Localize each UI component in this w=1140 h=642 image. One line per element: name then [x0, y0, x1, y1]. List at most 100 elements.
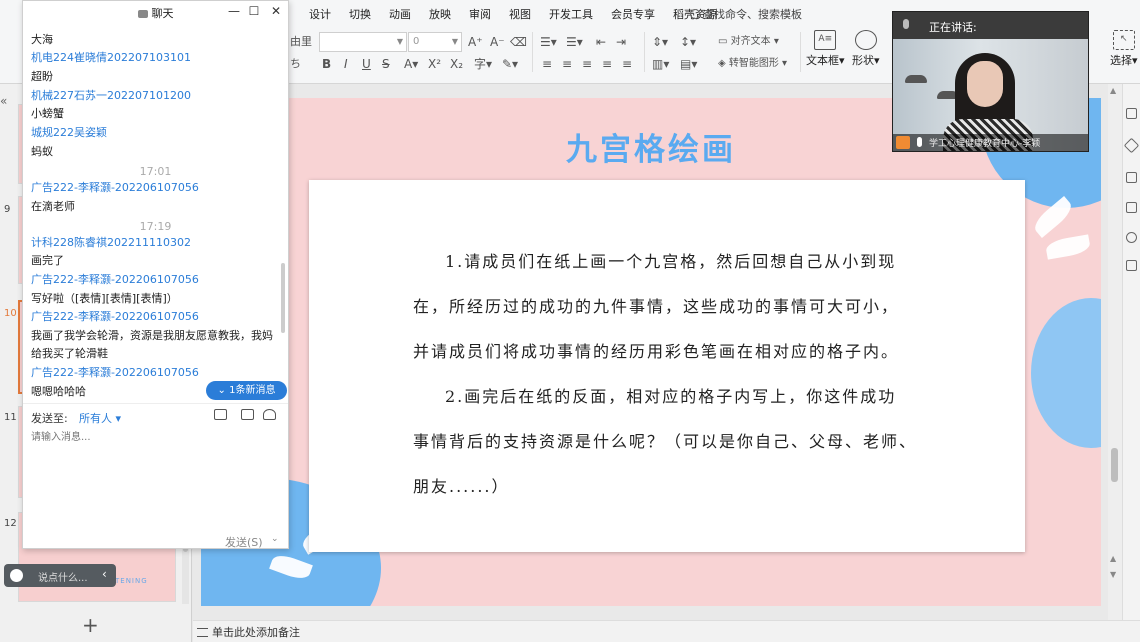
command-search-text: 查找命令、搜索模板	[703, 8, 802, 21]
user-icon	[896, 136, 910, 149]
chat-sender-name: 广告222-李释灏-202206107056	[31, 273, 199, 286]
numbered-list-icon[interactable]: ☰▾	[566, 32, 583, 52]
maximize-icon[interactable]: ☐	[247, 4, 261, 18]
right-task-pane-bar	[1122, 84, 1140, 620]
align-right-icon[interactable]: ≡	[582, 54, 592, 74]
user-icon[interactable]	[263, 409, 276, 420]
chat-message-input[interactable]	[31, 429, 281, 445]
chat-message-list[interactable]: ······································ 大…	[23, 23, 288, 403]
tab-transition[interactable]: 切换	[340, 6, 380, 24]
new-message-badge[interactable]: ⌄ 1条新消息	[206, 381, 287, 400]
speaker-video-window[interactable]: 正在讲话: 学工心理健康教育中心-李颖	[892, 11, 1089, 152]
font-color-button[interactable]: A▾	[404, 54, 418, 74]
bold-button[interactable]: B	[322, 54, 331, 74]
smart-shape-button[interactable]: ◈ 转智能图形 ▾	[718, 54, 787, 74]
columns-icon[interactable]: ▥▾	[652, 54, 669, 74]
folder-icon[interactable]	[214, 409, 227, 420]
divider	[644, 32, 645, 72]
notes-icon	[197, 628, 208, 637]
panel-icon[interactable]	[1126, 260, 1137, 271]
select-button[interactable]: ↖ 选择▾	[1110, 30, 1138, 68]
paragraph-icon[interactable]: ▤▾	[680, 54, 697, 74]
emoji-icon[interactable]	[10, 569, 23, 582]
property-icon[interactable]	[1126, 108, 1137, 119]
chat-message-text: 写好啦（[表情][表情][表情]）	[31, 292, 178, 305]
send-options-chevron-icon[interactable]: ⌄	[271, 534, 279, 544]
scroll-down-icon[interactable]: ▼	[1110, 570, 1116, 579]
tab-review[interactable]: 审阅	[460, 6, 500, 24]
chat-scrollbar[interactable]	[281, 263, 285, 333]
slide-text-box[interactable]: 1.请成员们在纸上画一个九宫格，然后回想自己从小到现 在，所经历过的成功的九件事…	[309, 180, 1025, 552]
lamp-decoration	[905, 75, 927, 83]
close-icon[interactable]: ✕	[269, 4, 283, 18]
paragraph-line: 朋友......）	[413, 477, 510, 496]
chat-titlebar[interactable]: 聊天 — ☐ ✕	[23, 1, 288, 23]
tab-design[interactable]: 设计	[300, 6, 340, 24]
chat-message-text: 大海	[31, 33, 53, 46]
line-spacing-icon[interactable]: ↕▾	[680, 32, 696, 52]
tab-member[interactable]: 会员专享	[602, 6, 664, 24]
screenshot-icon[interactable]	[241, 409, 254, 420]
scroll-down-icon[interactable]: ▲	[1110, 554, 1116, 563]
scroll-up-icon[interactable]: ▲	[1110, 86, 1116, 95]
distribute-icon[interactable]: ≡	[622, 54, 632, 74]
font-family-select[interactable]: ▼	[319, 32, 407, 52]
indent-increase-icon[interactable]: ⇥	[616, 32, 626, 52]
tab-animation[interactable]: 动画	[380, 6, 420, 24]
divider	[800, 32, 801, 72]
collapse-panel-icon[interactable]: «	[0, 94, 7, 108]
superscript-button[interactable]: X²	[428, 54, 441, 74]
decrease-font-icon[interactable]: A⁻	[490, 32, 505, 52]
current-slide[interactable]: 九宫格绘画 1.请成员们在纸上画一个九宫格，然后回想自己从小到现 在，所经历过的…	[201, 98, 1101, 606]
align-text-button[interactable]: ▭ 对齐文本 ▾	[718, 32, 779, 52]
font-size-value: 0	[413, 36, 420, 47]
chevron-left-icon[interactable]: ‹	[102, 567, 107, 581]
slide-canvas: 九宫格绘画 1.请成员们在纸上画一个九宫格，然后回想自己从小到现 在，所经历过的…	[193, 84, 1108, 620]
tab-slideshow[interactable]: 放映	[420, 6, 460, 24]
select-icon: ↖	[1112, 30, 1135, 50]
settings-icon[interactable]	[1126, 232, 1137, 243]
slide-number: 11	[4, 412, 17, 423]
shape-button[interactable]: 形状▾	[852, 30, 880, 68]
strikethrough-button[interactable]: S	[382, 54, 390, 74]
text-direction-icon[interactable]: ⇕▾	[652, 32, 668, 52]
subscript-button[interactable]: X₂	[450, 54, 463, 74]
pen-icon[interactable]	[1123, 137, 1140, 154]
send-button[interactable]: 发送(S)	[225, 534, 263, 550]
increase-font-icon[interactable]: A⁺	[468, 32, 483, 52]
indent-decrease-icon[interactable]: ⇤	[596, 32, 606, 52]
status-bar: 单击此处添加备注	[193, 620, 1140, 642]
add-notes-area[interactable]: 单击此处添加备注	[197, 624, 300, 640]
chat-message-text: 在滴老师	[31, 200, 75, 213]
align-center-icon[interactable]: ≡	[562, 54, 572, 74]
scrollbar-thumb[interactable]	[1111, 448, 1118, 482]
divider	[532, 32, 533, 72]
add-slide-icon[interactable]: +	[82, 613, 99, 637]
slide-number: 9	[4, 204, 11, 215]
bullet-list-icon[interactable]: ☰▾	[540, 32, 557, 52]
chevron-down-icon: ▼	[396, 37, 403, 46]
phonetic-button[interactable]: 字▾	[474, 54, 492, 74]
command-search[interactable]: 查找命令、搜索模板	[690, 6, 802, 24]
justify-icon[interactable]: ≡	[602, 54, 612, 74]
vertical-scrollbar[interactable]: ▲ ▲ ▼	[1108, 84, 1122, 620]
minimize-icon[interactable]: —	[227, 4, 241, 18]
image-icon[interactable]	[1126, 202, 1137, 213]
font-size-select[interactable]: 0 ▼	[408, 32, 462, 52]
tab-view[interactable]: 视图	[500, 6, 540, 24]
notes-hint-text: 单击此处添加备注	[212, 626, 300, 639]
chevron-down-icon: ⌄	[217, 385, 230, 396]
tab-developer[interactable]: 开发工具	[540, 6, 602, 24]
highlight-button[interactable]: ✎▾	[502, 54, 518, 74]
textbox-button[interactable]: A≡ 文本框▾	[806, 30, 845, 68]
layout-icon[interactable]	[1126, 172, 1137, 183]
say-something-placeholder: 说点什么...	[38, 573, 88, 584]
align-left-icon[interactable]: ≡	[542, 54, 552, 74]
align-text-icon: ▭	[718, 36, 731, 47]
send-to-select[interactable]: 所有人 ▾	[79, 410, 121, 426]
underline-button[interactable]: U	[362, 54, 371, 74]
clear-format-icon[interactable]: ⌫	[510, 32, 527, 52]
italic-button[interactable]: I	[344, 54, 348, 74]
smart-shape-label: 转智能图形	[728, 58, 779, 69]
say-something-bar[interactable]: 说点什么... ‹	[4, 564, 116, 587]
